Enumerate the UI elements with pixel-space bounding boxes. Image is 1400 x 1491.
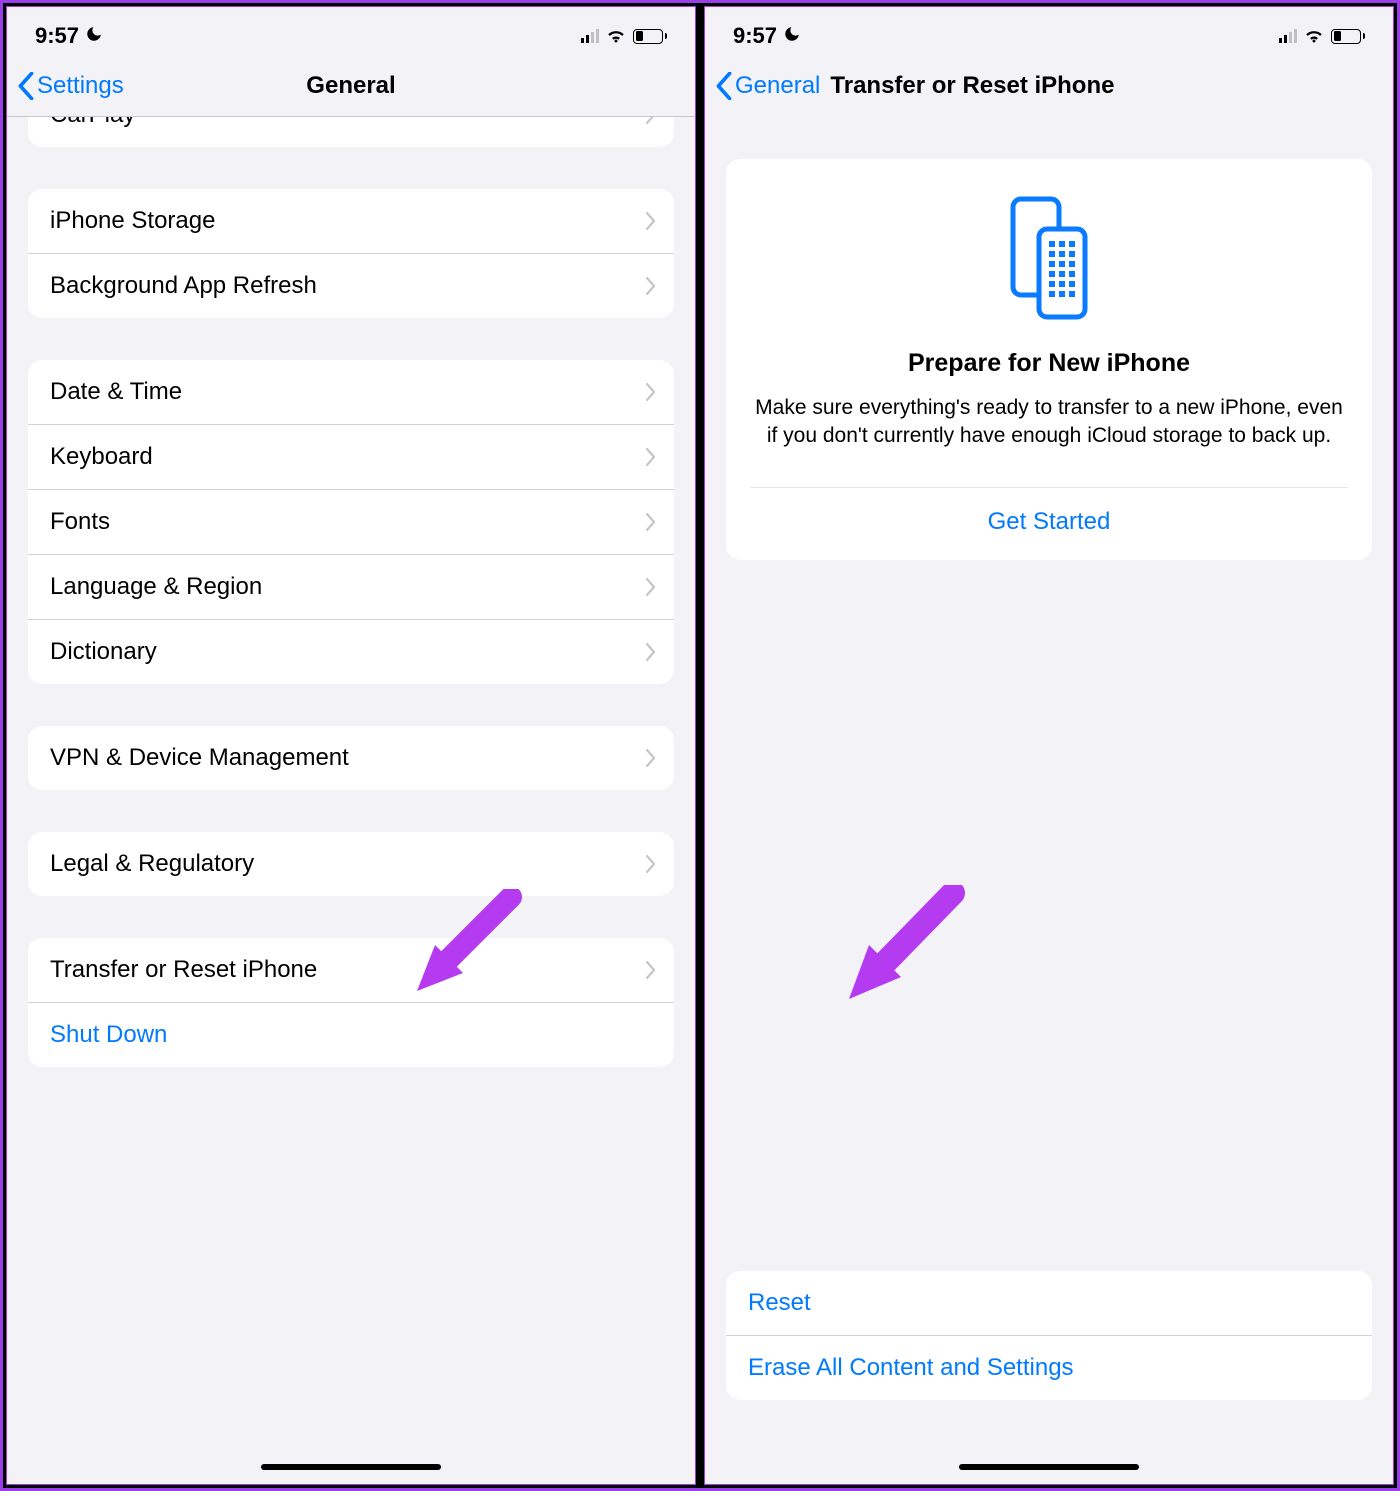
chevron-right-icon	[646, 749, 656, 767]
group-carplay: CarPlay	[28, 117, 674, 147]
battery-icon	[633, 29, 667, 44]
nav-bar: General Transfer or Reset iPhone	[705, 59, 1393, 117]
home-indicator[interactable]	[959, 1464, 1139, 1470]
nav-title: Transfer or Reset iPhone	[830, 72, 1114, 100]
status-bar: 9:57	[7, 7, 695, 59]
row-reset[interactable]: Reset	[726, 1271, 1372, 1336]
row-carplay[interactable]: CarPlay	[28, 117, 674, 147]
row-dictionary[interactable]: Dictionary	[28, 620, 674, 684]
chevron-right-icon	[646, 578, 656, 596]
group-vpn: VPN & Device Management	[28, 726, 674, 790]
phone-left-general: 9:57 Settings General CarPlay	[6, 6, 696, 1485]
back-label: General	[735, 72, 820, 100]
get-started-button[interactable]: Get Started	[750, 487, 1348, 560]
chevron-right-icon	[646, 513, 656, 531]
group-reset: Reset Erase All Content and Settings	[726, 1271, 1372, 1400]
nav-bar: Settings General	[7, 59, 695, 117]
chevron-right-icon	[646, 117, 656, 124]
row-label: Reset	[748, 1289, 811, 1317]
back-button-general[interactable]: General	[715, 72, 820, 100]
annotation-arrow-icon	[835, 885, 965, 1005]
row-label: Legal & Regulatory	[50, 850, 254, 878]
content-scroll[interactable]: CarPlay iPhone Storage Background App Re…	[7, 117, 695, 1484]
row-label: Language & Region	[50, 573, 262, 601]
row-label: Shut Down	[50, 1021, 167, 1049]
row-label: Transfer or Reset iPhone	[50, 956, 317, 984]
status-time: 9:57	[35, 23, 79, 49]
row-label: Keyboard	[50, 443, 153, 471]
chevron-right-icon	[646, 212, 656, 230]
chevron-right-icon	[646, 383, 656, 401]
row-shut-down[interactable]: Shut Down	[28, 1003, 674, 1067]
row-iphone-storage[interactable]: iPhone Storage	[28, 189, 674, 254]
group-storage: iPhone Storage Background App Refresh	[28, 189, 674, 318]
row-legal-regulatory[interactable]: Legal & Regulatory	[28, 832, 674, 896]
transfer-phones-icon	[750, 193, 1348, 323]
row-fonts[interactable]: Fonts	[28, 490, 674, 555]
row-label: Background App Refresh	[50, 272, 317, 300]
row-language-region[interactable]: Language & Region	[28, 555, 674, 620]
row-keyboard[interactable]: Keyboard	[28, 425, 674, 490]
back-label: Settings	[37, 72, 124, 100]
wifi-icon	[605, 23, 627, 49]
row-label: VPN & Device Management	[50, 744, 349, 772]
row-transfer-or-reset[interactable]: Transfer or Reset iPhone	[28, 938, 674, 1003]
row-background-app-refresh[interactable]: Background App Refresh	[28, 254, 674, 318]
content-area: Prepare for New iPhone Make sure everyth…	[705, 117, 1393, 1484]
row-date-time[interactable]: Date & Time	[28, 360, 674, 425]
chevron-right-icon	[646, 448, 656, 466]
cellular-icon	[1279, 29, 1297, 43]
status-time: 9:57	[733, 23, 777, 49]
prepare-title: Prepare for New iPhone	[750, 349, 1348, 378]
row-label: Fonts	[50, 508, 110, 536]
status-bar: 9:57	[705, 7, 1393, 59]
group-transfer: Transfer or Reset iPhone Shut Down	[28, 938, 674, 1067]
group-datetime: Date & Time Keyboard Fonts Language & Re…	[28, 360, 674, 684]
chevron-right-icon	[646, 855, 656, 873]
row-label: Dictionary	[50, 638, 157, 666]
chevron-right-icon	[646, 961, 656, 979]
row-label: Date & Time	[50, 378, 182, 406]
bottom-actions: Reset Erase All Content and Settings	[705, 1271, 1393, 1400]
back-button-settings[interactable]: Settings	[17, 72, 124, 100]
wifi-icon	[1303, 23, 1325, 49]
row-erase-all[interactable]: Erase All Content and Settings	[726, 1336, 1372, 1400]
prepare-card: Prepare for New iPhone Make sure everyth…	[726, 159, 1372, 560]
row-vpn-device-management[interactable]: VPN & Device Management	[28, 726, 674, 790]
phone-right-transfer-reset: 9:57 General Transfer or Reset iPhone	[704, 6, 1394, 1485]
chevron-right-icon	[646, 643, 656, 661]
prepare-description: Make sure everything's ready to transfer…	[750, 394, 1348, 451]
group-legal: Legal & Regulatory	[28, 832, 674, 896]
home-indicator[interactable]	[261, 1464, 441, 1470]
row-label: Erase All Content and Settings	[748, 1354, 1074, 1382]
chevron-right-icon	[646, 277, 656, 295]
row-label: iPhone Storage	[50, 207, 215, 235]
dnd-moon-icon	[783, 23, 801, 49]
cellular-icon	[581, 29, 599, 43]
dnd-moon-icon	[85, 23, 103, 49]
battery-icon	[1331, 29, 1365, 44]
row-label: CarPlay	[50, 117, 135, 129]
